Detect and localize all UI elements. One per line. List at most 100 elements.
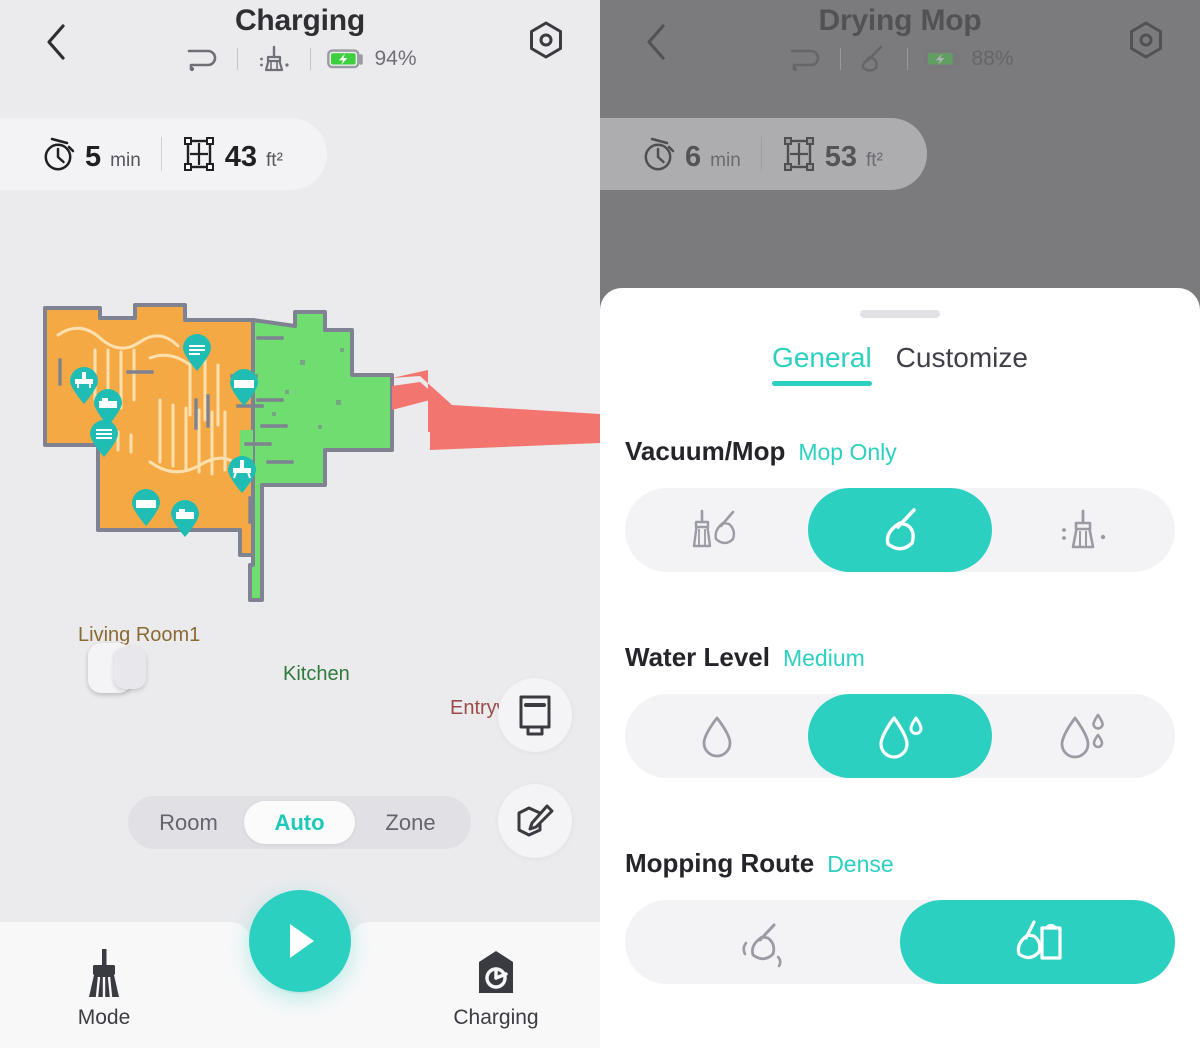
table-pin-icon [228, 456, 256, 493]
nav-charging-label: Charging [453, 1006, 539, 1029]
broom-icon [89, 949, 119, 998]
time-value: 6 [685, 141, 702, 173]
left-panel: Charging 94% 5 min 43 ft² Living Room1 K… [0, 0, 600, 1048]
battery-indicator: 94% [311, 47, 432, 71]
furniture-pin[interactable] [182, 334, 212, 372]
nav-mode-button[interactable]: Mode [29, 946, 179, 1030]
water-high-icon [1060, 713, 1105, 759]
route-loop-icon [188, 49, 217, 72]
furniture-pin[interactable] [170, 500, 200, 538]
route-loop-icon [791, 49, 820, 72]
option-water-low[interactable] [625, 694, 808, 778]
battery-indicator: 88% [908, 47, 1029, 71]
section-water-level: Water Level Medium [625, 642, 1175, 778]
clean-mode-segmented-control[interactable]: Room Auto Zone [128, 796, 471, 849]
clean-stats-pill: 5 min 43 ft² [0, 118, 327, 190]
stat-time: 5 min [42, 136, 141, 172]
area-frame-icon [183, 137, 214, 171]
section-title: Vacuum/Mop [625, 436, 786, 466]
stopwatch-icon [644, 137, 675, 171]
mopping-route-options [625, 900, 1175, 984]
option-route-dense[interactable] [900, 900, 1175, 984]
furniture-pin[interactable] [89, 420, 119, 458]
broom-icon-wrap [29, 946, 179, 1000]
water-low-icon [702, 716, 732, 758]
hexagon-gear-icon [530, 21, 562, 59]
area-unit: ft² [266, 150, 283, 172]
section-title: Water Level [625, 642, 770, 672]
section-value: Dense [827, 851, 894, 877]
section-title: Mopping Route [625, 848, 815, 878]
nav-charging-button[interactable]: Charging [421, 946, 571, 1030]
area-frame-icon [783, 137, 814, 171]
route-standard-icon [741, 923, 782, 968]
time-value: 5 [85, 141, 102, 173]
section-mopping-route: Mopping Route Dense [625, 848, 1175, 984]
left-title-block: Charging 94% [0, 4, 600, 74]
dock-base [114, 647, 146, 689]
map-edit-button[interactable] [498, 784, 572, 858]
bottom-navigation: Mode Charging [0, 888, 600, 1048]
option-water-medium[interactable] [808, 694, 992, 778]
furniture-pin[interactable] [227, 456, 257, 494]
option-water-high[interactable] [992, 694, 1175, 778]
option-vacuum-only[interactable] [992, 488, 1175, 572]
water-medium-icon [879, 716, 923, 759]
page-title: Drying Mop [818, 4, 982, 37]
hexagon-gear-icon [1130, 21, 1162, 59]
section-header: Water Level Medium [625, 642, 1175, 673]
battery-percent: 94% [374, 47, 417, 70]
charging-dock-icon [88, 643, 150, 693]
segment-zone[interactable]: Zone [355, 801, 466, 844]
settings-bottom-sheet: General Customize Vacuum/Mop Mop Only Wa… [600, 288, 1200, 1048]
sheet-tabs: General Customize [600, 342, 1200, 386]
right-panel: Drying Mop 88% 6 min 53 ft² General Cust… [600, 0, 1200, 1048]
time-unit: min [110, 150, 141, 172]
option-mop-only[interactable] [808, 488, 992, 572]
vacuum-only-icon [1062, 509, 1106, 549]
route-dense-icon [1016, 920, 1062, 960]
home-charge-icon-wrap [421, 946, 571, 1000]
home-charge-icon [479, 951, 513, 993]
area-value: 43 [224, 141, 258, 173]
shelf-pin-icon [90, 420, 118, 457]
area-unit: ft² [866, 150, 883, 172]
section-header: Mopping Route Dense [625, 848, 1175, 879]
section-header: Vacuum/Mop Mop Only [625, 436, 1175, 467]
furniture-pin[interactable] [131, 489, 161, 527]
settings-button[interactable] [522, 18, 570, 66]
section-value: Mop Only [798, 439, 897, 465]
start-cleaning-button[interactable] [249, 890, 351, 992]
option-vacuum-and-mop[interactable] [625, 488, 808, 572]
mop-only-icon [862, 45, 883, 72]
bed-pin-icon [171, 500, 199, 537]
vacuum-mop-options [625, 488, 1175, 572]
app-screen: Charging 94% 5 min 43 ft² Living Room1 K… [0, 0, 1200, 1048]
tab-general[interactable]: General [772, 342, 872, 386]
area-value: 53 [824, 141, 858, 173]
settings-button[interactable] [1122, 18, 1170, 66]
stat-time: 6 min [642, 136, 741, 172]
segment-auto[interactable]: Auto [244, 801, 355, 844]
clean-stats-pill: 6 min 53 ft² [600, 118, 927, 190]
floorplan-map[interactable]: Living Room1 Kitchen Entryway [0, 200, 600, 719]
divider [760, 137, 762, 171]
furniture-pin[interactable] [229, 369, 259, 407]
status-row: 88% [600, 44, 1200, 74]
tab-customize[interactable]: Customize [896, 342, 1028, 386]
mop-only-icon [885, 508, 916, 551]
stat-area: 43 ft² [182, 136, 283, 172]
water-level-options [625, 694, 1175, 778]
battery-charging-icon [924, 49, 961, 69]
sofa-pin-icon [230, 369, 258, 406]
clean-mode-indicator [841, 44, 907, 74]
section-vacuum-mop: Vacuum/Mop Mop Only [625, 436, 1175, 572]
play-icon [290, 924, 314, 958]
dock-view-button[interactable] [498, 678, 572, 752]
vacuum-only-icon [260, 45, 290, 72]
segment-room[interactable]: Room [133, 801, 244, 844]
drag-handle[interactable] [860, 310, 940, 318]
option-route-standard[interactable] [625, 900, 900, 984]
right-title-block: Drying Mop 88% [600, 4, 1200, 74]
time-unit: min [710, 150, 741, 172]
